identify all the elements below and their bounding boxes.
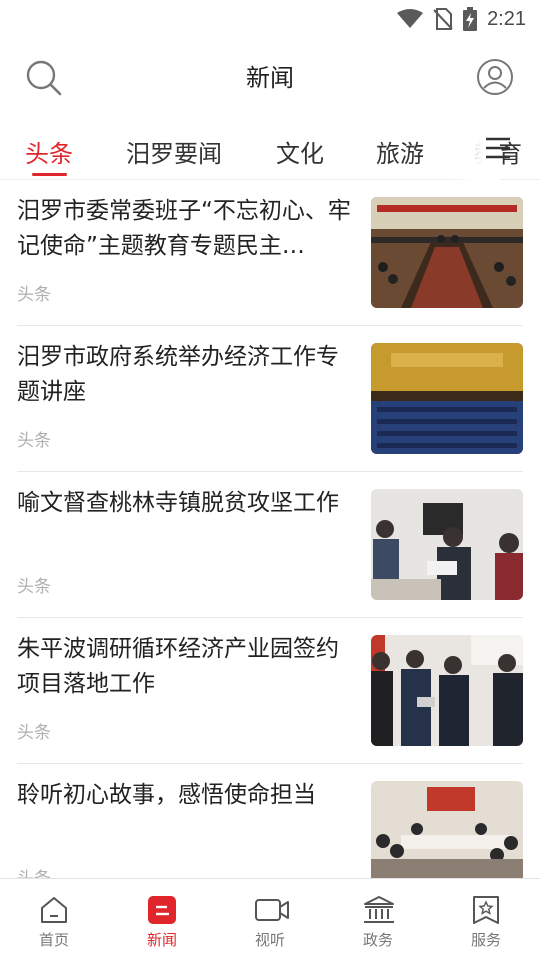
news-list-item[interactable]: 喻文督查桃林寺镇脱贫攻坚工作 头条 [17, 472, 523, 618]
video-camera-icon [255, 899, 289, 921]
news-tag: 头条 [17, 285, 51, 305]
menu-icon[interactable] [484, 136, 512, 160]
nav-service-label: 服务 [470, 931, 501, 949]
news-list-item[interactable]: 汨罗市委常委班子“不忘初心、牢记使命”主题教育专题民主… 头条 [17, 180, 523, 326]
no-sim-icon [433, 8, 453, 30]
news-list-item[interactable]: 朱平波调研循环经济产业园签约项目落地工作 头条 [17, 618, 523, 764]
news-title: 喻文督查桃林寺镇脱贫攻坚工作 [17, 490, 339, 516]
nav-home-label: 首页 [38, 931, 69, 949]
nav-video[interactable]: 视听 [216, 879, 324, 960]
home-icon [41, 897, 67, 923]
tab-tourism[interactable]: 旅游 [376, 134, 424, 169]
status-bar: 2:21 [0, 0, 540, 38]
news-thumbnail [371, 197, 523, 308]
nav-service[interactable]: 服务 [432, 879, 540, 960]
nav-news[interactable]: 新闻 [108, 879, 216, 960]
news-title: 聆听初心故事，感悟使命担当 [17, 782, 316, 808]
news-list-item[interactable]: 聆听初心故事，感悟使命担当 头条 [17, 764, 523, 878]
clock-time: 2:21 [487, 7, 526, 30]
news-tag: 头条 [17, 431, 51, 451]
news-thumbnail [371, 635, 523, 746]
news-title: 汨罗市政府系统举办经济工作专题讲座 [17, 344, 339, 405]
news-icon [148, 896, 176, 924]
news-thumbnail [371, 343, 523, 454]
news-list: 汨罗市委常委班子“不忘初心、牢记使命”主题教育专题民主… 头条 汨罗市政府系统举… [0, 180, 540, 878]
nav-video-label: 视听 [254, 931, 285, 949]
tab-headlines[interactable]: 头条 [25, 134, 73, 169]
nav-government-label: 政务 [362, 931, 393, 949]
news-title: 汨罗市委常委班子“不忘初心、牢记使命”主题教育专题民主… [17, 198, 351, 259]
page-title: 新闻 [246, 64, 294, 92]
news-tag: 头条 [17, 864, 51, 878]
nav-news-label: 新闻 [146, 931, 177, 949]
nav-home[interactable]: 首页 [0, 879, 108, 960]
news-thumbnail [371, 489, 523, 600]
battery-charging-icon [463, 7, 478, 31]
bottom-navigation: 首页 新闻 视听 政务 服务 [0, 878, 540, 960]
news-list-item[interactable]: 汨罗市政府系统举办经济工作专题讲座 头条 [17, 326, 523, 472]
nav-government[interactable]: 政务 [324, 879, 432, 960]
active-tab-indicator [32, 173, 67, 176]
user-profile-icon[interactable] [476, 58, 514, 96]
category-tabs: 头条 汨罗要闻 文化 旅游 教育 [0, 116, 540, 180]
government-building-icon [364, 896, 394, 923]
news-tag: 头条 [17, 577, 51, 597]
tab-miluo-news[interactable]: 汨罗要闻 [126, 134, 222, 169]
news-tag: 头条 [17, 723, 51, 743]
news-thumbnail [371, 781, 523, 878]
service-bookmark-icon [473, 896, 499, 924]
tab-culture[interactable]: 文化 [276, 134, 324, 169]
app-header: 新闻 [0, 38, 540, 116]
news-title: 朱平波调研循环经济产业园签约项目落地工作 [17, 636, 339, 697]
wifi-icon [397, 9, 424, 28]
